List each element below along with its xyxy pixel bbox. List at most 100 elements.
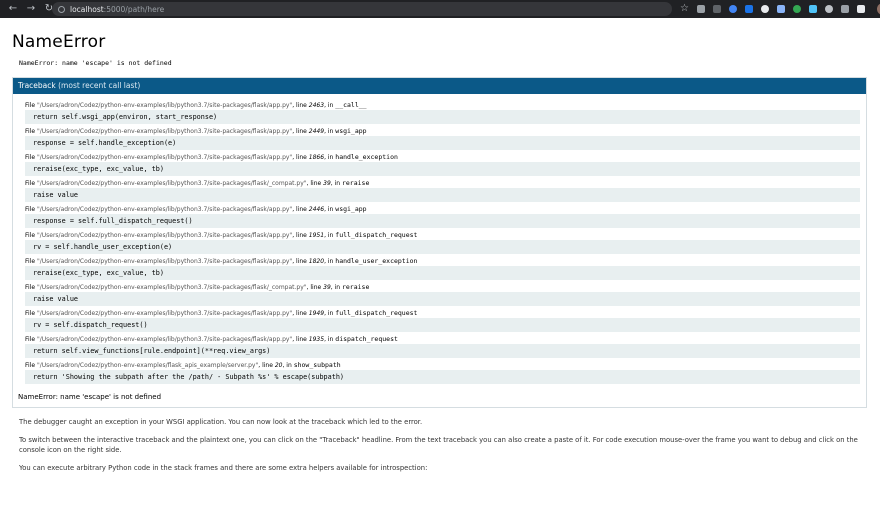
frame-line-label: , line [292,310,307,317]
frame-in-label: , in [324,206,334,213]
extension-icon[interactable] [792,5,801,13]
extensions-bar: ☆ ⋮ [680,3,880,15]
frame-file-path: "/Users/adron/Codez/python-env-examples/… [36,362,259,369]
frame-source-line[interactable]: reraise(exc_type, exc_value, tb) [25,162,860,176]
frame-in-label: , in [324,154,334,161]
browser-toolbar: ← → ↻ localhost:5000/path/here ☆ ⋮ [0,0,880,18]
traceback-frame[interactable]: File "/Users/adron/Codez/python-env-exam… [25,204,860,228]
frame-line-number: 39 [323,284,331,291]
frame-file-path: "/Users/adron/Codez/python-env-examples/… [36,336,293,343]
frame-file-label: File [25,284,36,291]
extension-icon[interactable] [760,5,769,13]
frame-file-label: File [25,258,36,265]
frame-file-path: "/Users/adron/Codez/python-env-examples/… [36,310,293,317]
frame-file-label: File [25,154,36,161]
frame-in-label: , in [324,310,334,317]
bookmark-star-icon[interactable]: ☆ [680,4,689,14]
traceback-frame[interactable]: File "/Users/adron/Codez/python-env-exam… [25,360,860,384]
frame-line-number: 2446 [308,206,325,213]
frame-in-label: , in [330,180,341,187]
page-title: NameError [12,32,106,52]
frame-source-line[interactable]: rv = self.dispatch_request() [25,318,860,332]
traceback-frame[interactable]: File "/Users/adron/Codez/python-env-exam… [25,308,860,332]
frame-line-label: , line [292,128,307,135]
frame-in-label: , in [324,258,334,265]
frame-function-name: show_subpath [293,361,341,369]
traceback-subtitle: (most recent call last) [58,81,141,90]
traceback-final-error: NameError: name 'escape' is not defined [18,393,162,401]
debugger-page: NameError NameError: name 'escape' is no… [12,18,868,481]
traceback-frame[interactable]: File "/Users/adron/Codez/python-env-exam… [25,100,860,124]
address-bar[interactable]: localhost:5000/path/here [52,2,672,16]
frame-file-label: File [25,128,36,135]
frame-location: File "/Users/adron/Codez/python-env-exam… [25,230,860,240]
site-info-icon[interactable] [58,5,65,13]
extension-icon[interactable] [856,5,865,13]
extension-icon[interactable] [712,5,721,13]
frame-location: File "/Users/adron/Codez/python-env-exam… [25,100,860,110]
frame-source-line[interactable]: rv = self.handle_user_exception(e) [25,240,860,254]
frame-source-line[interactable]: return self.view_functions[rule.endpoint… [25,344,860,358]
frame-source-line[interactable]: return 'Showing the subpath after the /p… [25,370,860,384]
frame-file-path: "/Users/adron/Codez/python-env-examples/… [36,128,293,135]
traceback-frame[interactable]: File "/Users/adron/Codez/python-env-exam… [25,230,860,254]
frame-source-line[interactable]: raise value [25,292,860,306]
frame-in-label: , in [282,362,292,369]
extension-icon[interactable] [728,5,737,13]
traceback-frame[interactable]: File "/Users/adron/Codez/python-env-exam… [25,334,860,358]
back-icon[interactable]: ← [6,2,20,16]
frame-file-path: "/Users/adron/Codez/python-env-examples/… [36,180,307,187]
traceback-panel: Traceback (most recent call last) File "… [12,77,867,408]
frame-line-label: , line [258,362,273,369]
frame-function-name: dispatch_request [335,335,398,343]
explanation-paragraph: To switch between the interactive traceb… [19,436,858,454]
frame-function-name: reraise [341,179,370,187]
traceback-frame[interactable]: File "/Users/adron/Codez/python-env-exam… [25,282,860,306]
frame-function-name: full_dispatch_request [335,231,418,239]
traceback-title: Traceback [18,81,56,90]
frame-location: File "/Users/adron/Codez/python-env-exam… [25,204,860,214]
frame-in-label: , in [324,232,334,239]
traceback-frame[interactable]: File "/Users/adron/Codez/python-env-exam… [25,152,860,176]
frame-line-number: 2449 [308,128,325,135]
frame-source-line[interactable]: response = self.full_dispatch_request() [25,214,860,228]
extension-icon[interactable] [696,5,705,13]
frame-line-number: 1820 [308,258,325,265]
explanation-paragraph: You can execute arbitrary Python code in… [19,464,428,472]
frame-function-name: handle_user_exception [335,257,418,265]
traceback-frame[interactable]: File "/Users/adron/Codez/python-env-exam… [25,178,860,202]
frame-line-number: 1866 [308,154,325,161]
frame-function-name: wsgi_app [335,205,367,213]
frame-line-label: , line [306,284,322,291]
frame-line-label: , line [292,336,307,343]
extension-icon[interactable] [744,5,753,13]
frame-function-name: __call__ [335,101,367,109]
url-host: localhost [70,4,104,14]
extension-icon[interactable] [840,5,849,13]
extension-icon[interactable] [808,5,817,13]
frame-source-line[interactable]: reraise(exc_type, exc_value, tb) [25,266,860,280]
frame-line-label: , line [292,232,307,239]
frame-function-name: handle_exception [335,153,398,161]
frame-line-label: , line [306,180,322,187]
frame-list: File "/Users/adron/Codez/python-env-exam… [13,94,866,390]
frame-line-label: , line [292,154,307,161]
traceback-header[interactable]: Traceback (most recent call last) [13,78,866,94]
frame-in-label: , in [324,336,334,343]
frame-in-label: , in [330,284,341,291]
frame-location: File "/Users/adron/Codez/python-env-exam… [25,256,860,266]
extension-icon[interactable] [824,5,833,13]
frame-function-name: full_dispatch_request [335,309,418,317]
frame-location: File "/Users/adron/Codez/python-env-exam… [25,334,860,344]
forward-icon[interactable]: → [24,2,38,16]
frame-location: File "/Users/adron/Codez/python-env-exam… [25,152,860,162]
explanation-paragraph: The debugger caught an exception in your… [19,418,423,426]
traceback-frame[interactable]: File "/Users/adron/Codez/python-env-exam… [25,126,860,150]
extension-icon[interactable] [776,5,785,13]
frame-source-line[interactable]: raise value [25,188,860,202]
frame-source-line[interactable]: return self.wsgi_app(environ, start_resp… [25,110,860,124]
frame-file-label: File [25,362,36,369]
frame-source-line[interactable]: response = self.handle_exception(e) [25,136,860,150]
traceback-frame[interactable]: File "/Users/adron/Codez/python-env-exam… [25,256,860,280]
url-path: :5000/path/here [103,4,165,14]
